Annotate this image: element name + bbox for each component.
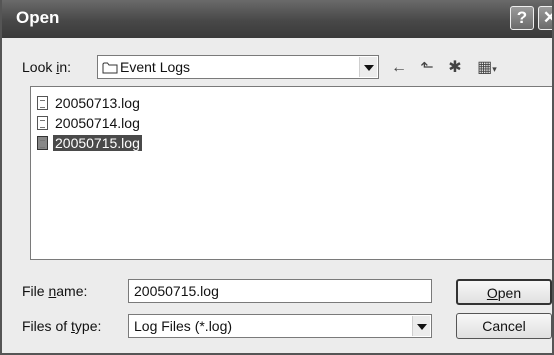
file-type-label: Files of type:: [22, 318, 102, 334]
title-bar[interactable]: Open ? ✕: [2, 0, 552, 38]
look-in-label: Look in:: [22, 59, 72, 75]
log-file-icon: [37, 96, 48, 110]
cancel-button[interactable]: Cancel: [456, 313, 552, 339]
window-title: Open: [16, 8, 60, 27]
open-button[interactable]: Open: [456, 279, 552, 305]
file-type-dropdown[interactable]: Log Files (*.log): [128, 314, 432, 338]
file-name: 20050714.log: [55, 115, 140, 131]
log-file-icon: [37, 136, 48, 150]
file-list[interactable]: 20050713.log 20050714.log 20050715.log: [30, 86, 552, 260]
chevron-down-icon[interactable]: [412, 316, 430, 336]
file-name: 20050713.log: [55, 95, 140, 111]
folder-icon: [102, 62, 118, 74]
file-name: 20050715.log: [53, 135, 142, 151]
help-button[interactable]: ?: [510, 6, 534, 30]
log-file-icon: [37, 116, 48, 130]
file-name-value: 20050715.log: [134, 283, 219, 299]
file-type-value: Log Files (*.log): [134, 318, 233, 334]
file-name-input[interactable]: 20050715.log: [128, 279, 432, 303]
up-folder-icon[interactable]: ⬑: [416, 57, 438, 79]
file-name-label: File name:: [22, 283, 88, 299]
chevron-down-icon[interactable]: [359, 57, 377, 77]
back-arrow-icon[interactable]: ←: [388, 57, 410, 79]
close-button[interactable]: ✕: [538, 6, 552, 30]
views-menu-icon[interactable]: ▦▾: [472, 57, 502, 79]
look-in-dropdown[interactable]: Event Logs: [97, 55, 379, 79]
open-dialog: Open ? ✕ Look in: Event Logs ← ⬑ ✱ ▦▾ 20…: [0, 0, 554, 355]
look-in-value: Event Logs: [120, 59, 191, 75]
new-folder-icon[interactable]: ✱: [444, 57, 466, 79]
